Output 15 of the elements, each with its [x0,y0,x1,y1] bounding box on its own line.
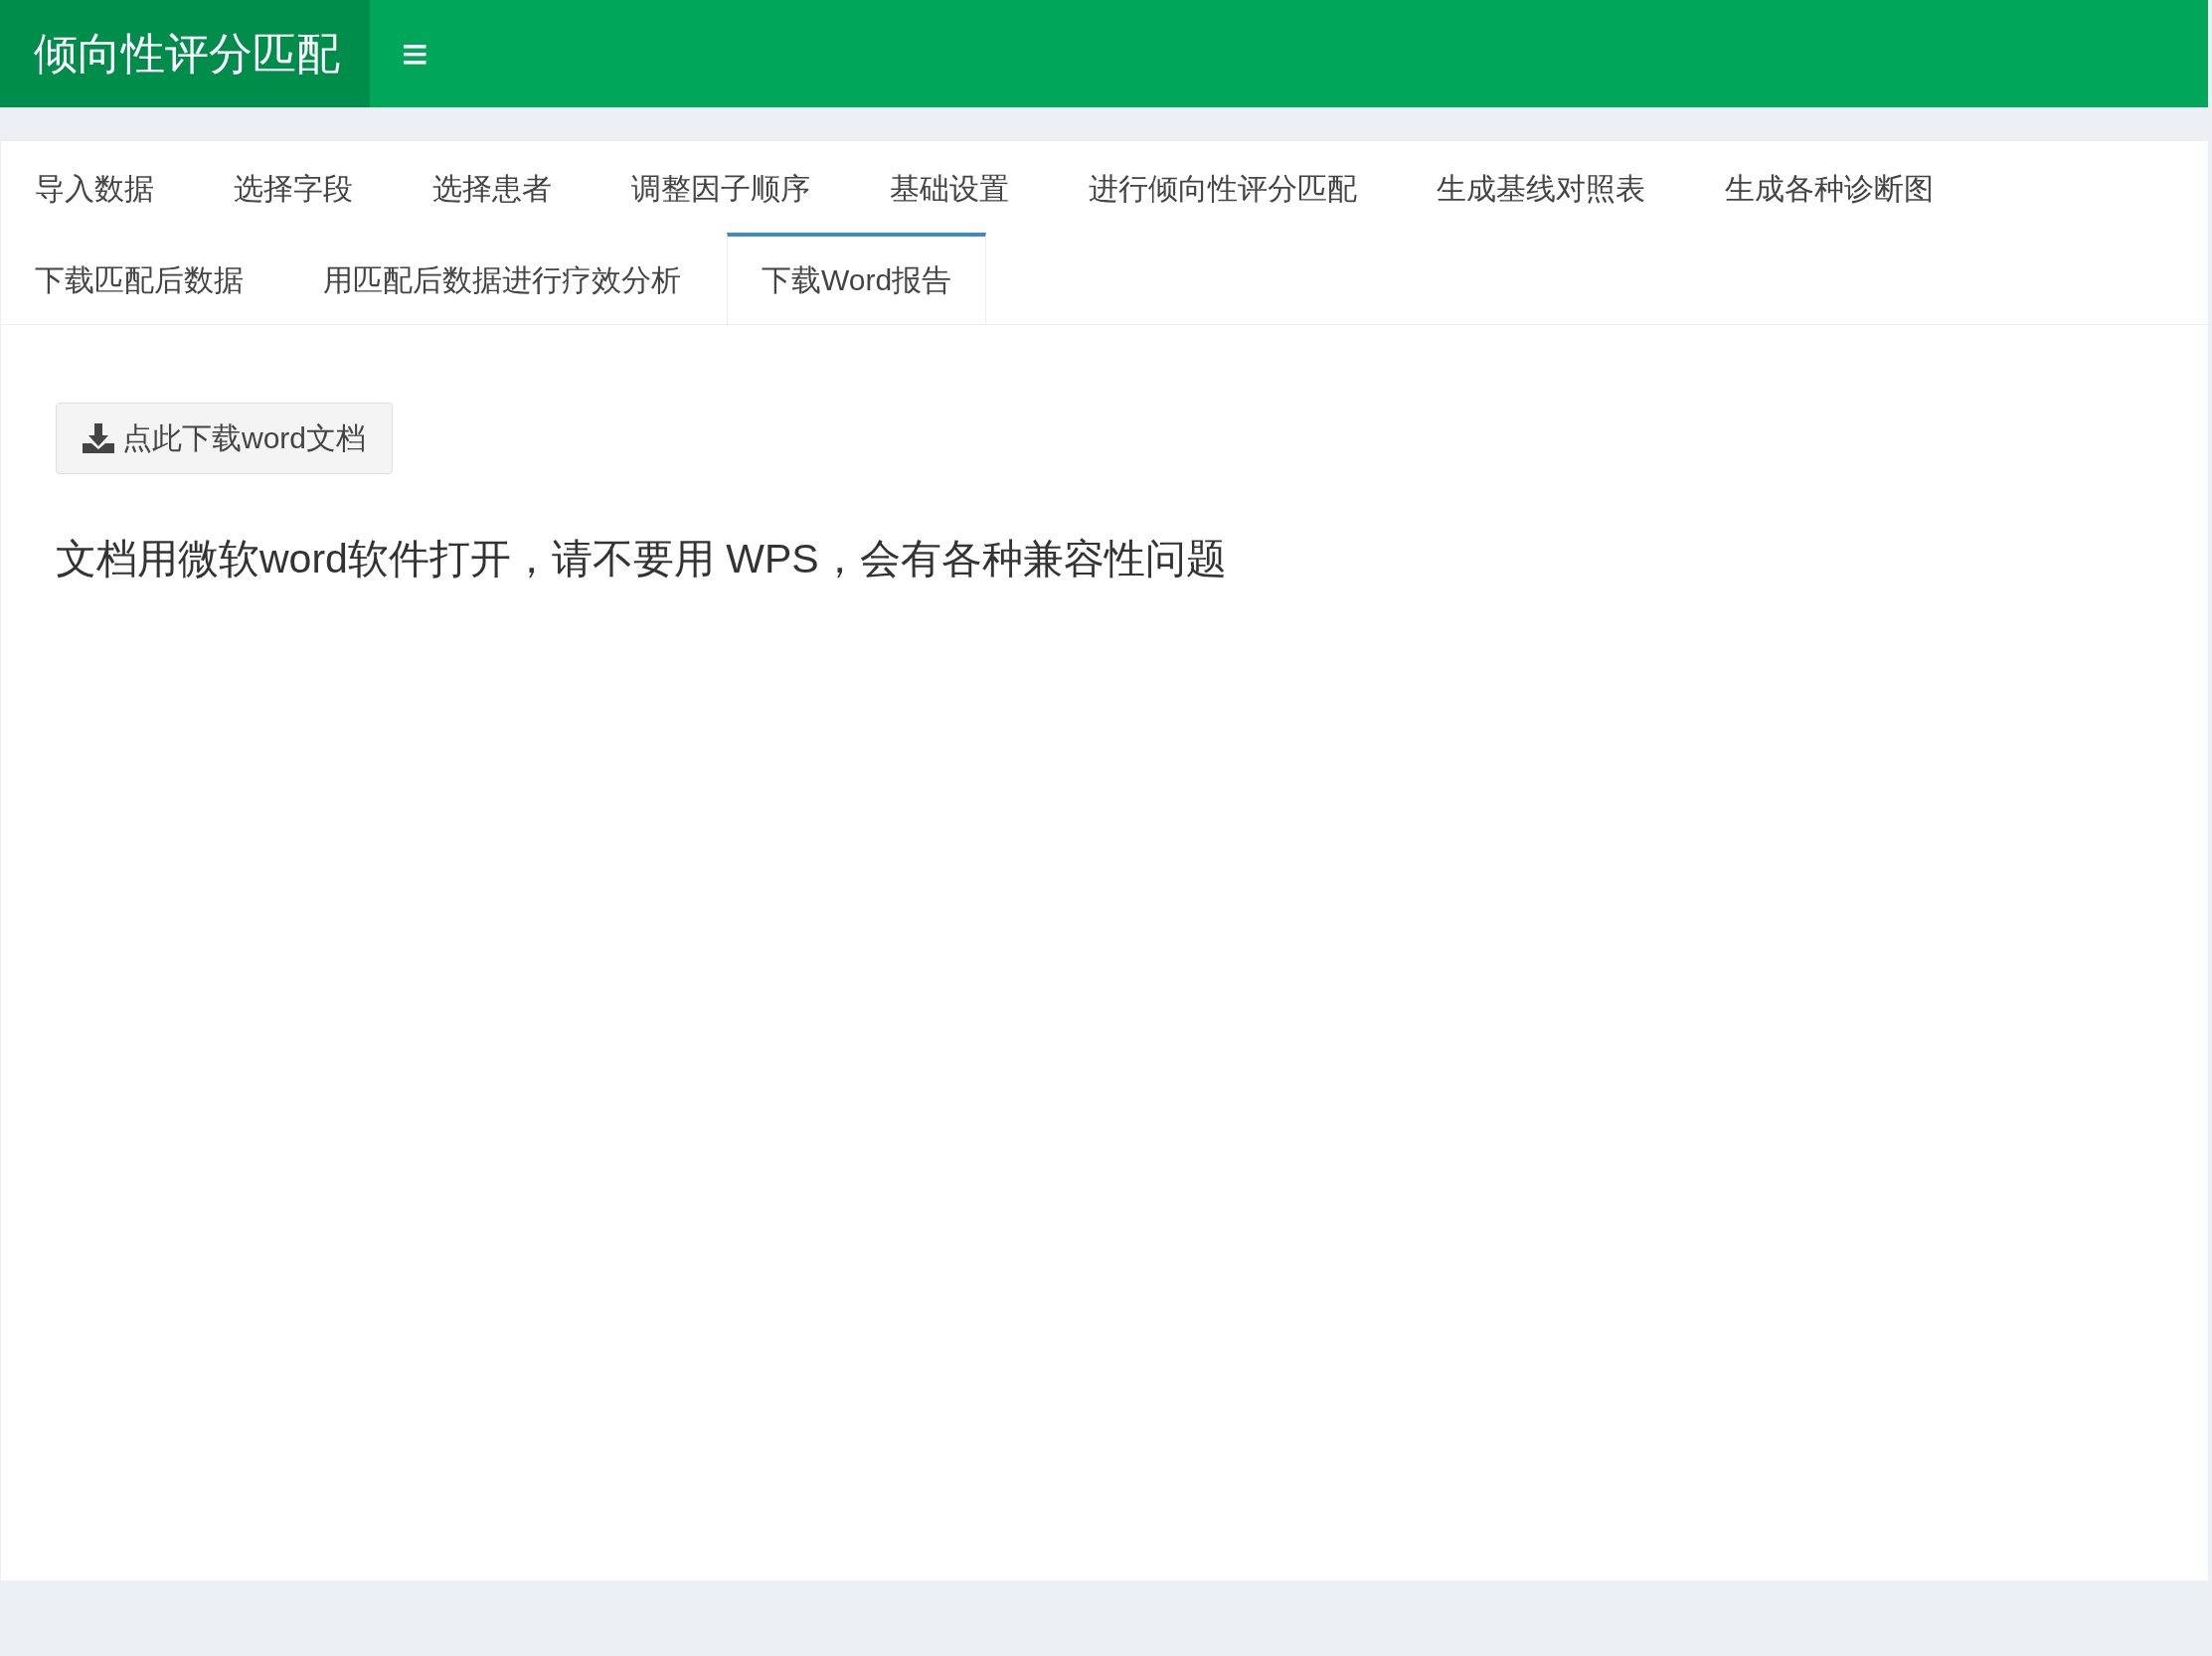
app-title: 倾向性评分匹配 [0,0,370,107]
tab[interactable]: 下载Word报告 [727,233,987,325]
notice-text: 文档用微软word软件打开，请不要用 WPS，会有各种兼容性问题 [56,535,1228,583]
tab[interactable]: 选择字段 [200,141,393,233]
download-button[interactable]: 点此下载word文档 [56,403,394,474]
tab[interactable]: 生成基线对照表 [1403,141,1685,233]
tab[interactable]: 生成各种诊断图 [1691,141,1973,233]
tab[interactable]: 基础设置 [856,141,1049,233]
tab[interactable]: 进行倾向性评分匹配 [1055,141,1397,233]
tab[interactable]: 用匹配后数据进行疗效分析 [289,233,721,324]
tab[interactable]: 导入数据 [1,141,194,233]
download-icon [83,423,114,453]
tab[interactable]: 调整因子顺序 [597,141,850,233]
tab[interactable]: 选择患者 [399,141,592,233]
tab[interactable]: 下载匹配后数据 [1,233,283,324]
